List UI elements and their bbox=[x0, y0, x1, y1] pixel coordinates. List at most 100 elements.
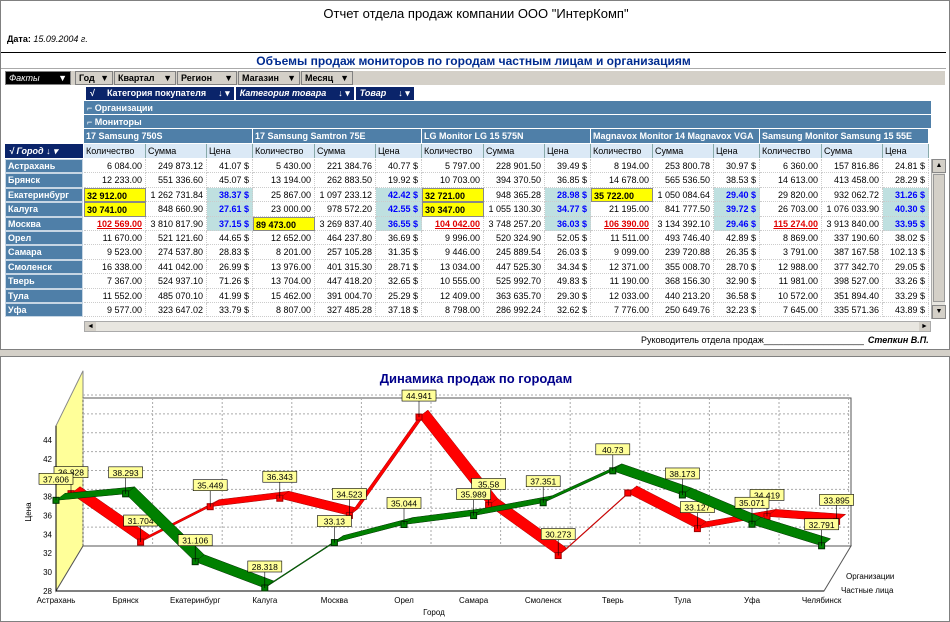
quantity-cell: 10 703.00 bbox=[422, 173, 484, 188]
signature: Руководитель отдела продаж______________… bbox=[641, 335, 929, 345]
row-header-city[interactable]: Москва bbox=[5, 216, 83, 231]
sum-cell: 932 062.72 bbox=[822, 187, 883, 203]
price-cell: 38.02 $ bbox=[883, 230, 929, 246]
band-monitors[interactable]: ⌐ Мониторы bbox=[84, 115, 931, 129]
floor bbox=[55, 545, 852, 592]
measure-header[interactable]: Цена bbox=[545, 144, 591, 158]
data-label: 40.73 bbox=[602, 445, 624, 455]
quantity-cell: 25 867.00 bbox=[253, 187, 315, 203]
sum-cell: 1 055 130.30 bbox=[484, 202, 545, 217]
filter-0[interactable]: Год ▼ bbox=[75, 71, 113, 85]
quantity-cell: 5 797.00 bbox=[422, 159, 484, 174]
price-cell: 40.30 $ bbox=[883, 202, 929, 217]
row-header-city[interactable]: Астрахань bbox=[5, 159, 83, 174]
price-cell: 52.05 $ bbox=[545, 230, 591, 246]
product-header[interactable]: Magnavox Monitor 14 Magnavox VGA bbox=[591, 129, 760, 143]
table-row: Тверь 7 367.00 524 937.10 71.26 $13 704.00 4… bbox=[5, 274, 929, 289]
row-header-city[interactable]: Тверь bbox=[5, 274, 83, 289]
facts-dropdown[interactable]: Факты ▼ bbox=[5, 71, 71, 85]
scroll-down-icon[interactable]: ▼ bbox=[932, 305, 946, 319]
filter-label: Месяц bbox=[305, 73, 334, 83]
row-header-city[interactable]: Уфа bbox=[5, 302, 83, 318]
filter-1[interactable]: Квартал ▼ bbox=[114, 71, 176, 85]
price-cell: 36.58 $ bbox=[714, 288, 760, 303]
quantity-cell: 12 233.00 bbox=[84, 173, 146, 188]
price-cell: 29.40 $ bbox=[714, 187, 760, 203]
price-cell: 36.03 $ bbox=[545, 216, 591, 231]
product-header[interactable]: LG Monitor LG 15 575N bbox=[422, 129, 591, 143]
row-header-city[interactable]: Екатеринбург bbox=[5, 187, 83, 203]
quantity-cell: 23 000.00 bbox=[253, 202, 315, 217]
filter-4[interactable]: Месяц ▼ bbox=[301, 71, 353, 85]
scroll-right-icon[interactable]: ► bbox=[919, 322, 930, 331]
measure-header[interactable]: Сумма bbox=[146, 144, 207, 158]
measure-header[interactable]: Сумма bbox=[484, 144, 545, 158]
quantity-cell: 13 704.00 bbox=[253, 274, 315, 289]
measure-header[interactable]: Цена bbox=[207, 144, 253, 158]
sum-cell: 1 076 033.90 bbox=[822, 202, 883, 217]
row-header-city[interactable]: Смоленск bbox=[5, 259, 83, 275]
filter-label: Регион bbox=[181, 73, 212, 83]
sum-cell: 525 992.70 bbox=[484, 274, 545, 289]
price-cell: 37.15 $ bbox=[207, 216, 253, 231]
sum-cell: 1 050 084.64 bbox=[653, 187, 714, 203]
measure-header[interactable]: Количество bbox=[422, 144, 484, 158]
measure-header[interactable]: Цена bbox=[883, 144, 929, 158]
scroll-left-icon[interactable]: ◄ bbox=[85, 322, 96, 331]
price-cell: 29.46 $ bbox=[714, 216, 760, 231]
measure-header[interactable]: Сумма bbox=[822, 144, 883, 158]
quantity-cell: 12 988.00 bbox=[760, 259, 822, 275]
x-tick-label: Москва bbox=[321, 596, 349, 605]
row-header-city[interactable]: Самара bbox=[5, 245, 83, 260]
measure-header[interactable]: Количество bbox=[591, 144, 653, 158]
measure-header[interactable]: Цена bbox=[714, 144, 760, 158]
price-cell: 41.99 $ bbox=[207, 288, 253, 303]
dimension-label: Категория товара bbox=[239, 88, 327, 98]
quantity-cell: 9 099.00 bbox=[591, 245, 653, 260]
price-cell: 28.71 $ bbox=[376, 259, 422, 275]
filter-label: Год bbox=[79, 73, 95, 83]
column-dimension-0[interactable]: √ Категория покупателя ↓ ▾ bbox=[86, 87, 234, 100]
row-header-city[interactable]: Тула bbox=[5, 288, 83, 303]
price-cell: 40.77 $ bbox=[376, 159, 422, 174]
horizontal-scrollbar[interactable]: ◄ ► bbox=[84, 321, 931, 332]
vertical-scrollbar[interactable]: ▲ ▼ bbox=[931, 159, 946, 319]
quantity-cell: 3 791.00 bbox=[760, 245, 822, 260]
measure-header[interactable]: Количество bbox=[760, 144, 822, 158]
product-header[interactable]: 17 Samsung Samtron 75E bbox=[253, 129, 422, 143]
legend-label: Частные лица bbox=[841, 586, 894, 595]
measure-header[interactable]: Сумма bbox=[653, 144, 714, 158]
row-header-city[interactable]: Калуга bbox=[5, 202, 83, 217]
measure-header[interactable]: Цена bbox=[376, 144, 422, 158]
column-dimension-2[interactable]: Товар ↓ ▾ bbox=[355, 87, 414, 100]
quantity-cell: 32 721.00 bbox=[422, 187, 484, 203]
band-organizations[interactable]: ⌐ Организации bbox=[84, 101, 931, 115]
product-header[interactable]: 17 Samsung 750S bbox=[84, 129, 253, 143]
quantity-cell: 89 473.00 bbox=[253, 216, 315, 231]
filter-2[interactable]: Регион ▼ bbox=[177, 71, 237, 85]
quantity-cell: 9 523.00 bbox=[84, 245, 146, 260]
sum-cell: 521 121.60 bbox=[146, 230, 207, 246]
y-tick-label: 32 bbox=[43, 549, 52, 558]
report-date: Дата: 15.09.2004 г. bbox=[7, 34, 88, 44]
price-cell: 32.90 $ bbox=[714, 274, 760, 289]
measure-header[interactable]: Сумма bbox=[315, 144, 376, 158]
quantity-cell: 11 981.00 bbox=[760, 274, 822, 289]
measure-header[interactable]: Количество bbox=[253, 144, 315, 158]
scroll-up-icon[interactable]: ▲ bbox=[932, 159, 946, 173]
product-header[interactable]: Samsung Monitor Samsung 15 55E bbox=[760, 129, 929, 143]
data-label: 35.071 bbox=[739, 498, 765, 508]
filter-3[interactable]: Магазин ▼ bbox=[238, 71, 300, 85]
row-header-city[interactable]: Брянск bbox=[5, 173, 83, 188]
price-cell: 33.95 $ bbox=[883, 216, 929, 231]
city-dimension-header[interactable]: √ Город ↓ ▾ bbox=[5, 144, 83, 158]
measure-header[interactable]: Количество bbox=[84, 144, 146, 158]
scroll-thumb[interactable] bbox=[933, 174, 945, 302]
price-cell: 41.07 $ bbox=[207, 159, 253, 174]
x-tick-label: Астрахань bbox=[37, 596, 76, 605]
column-dimension-1[interactable]: Категория товара ↓ ▾ bbox=[235, 87, 354, 100]
sum-cell: 335 571.36 bbox=[822, 302, 883, 318]
data-label: 36.343 bbox=[267, 472, 293, 482]
row-header-city[interactable]: Орел bbox=[5, 230, 83, 246]
sum-cell: 493 746.40 bbox=[653, 230, 714, 246]
